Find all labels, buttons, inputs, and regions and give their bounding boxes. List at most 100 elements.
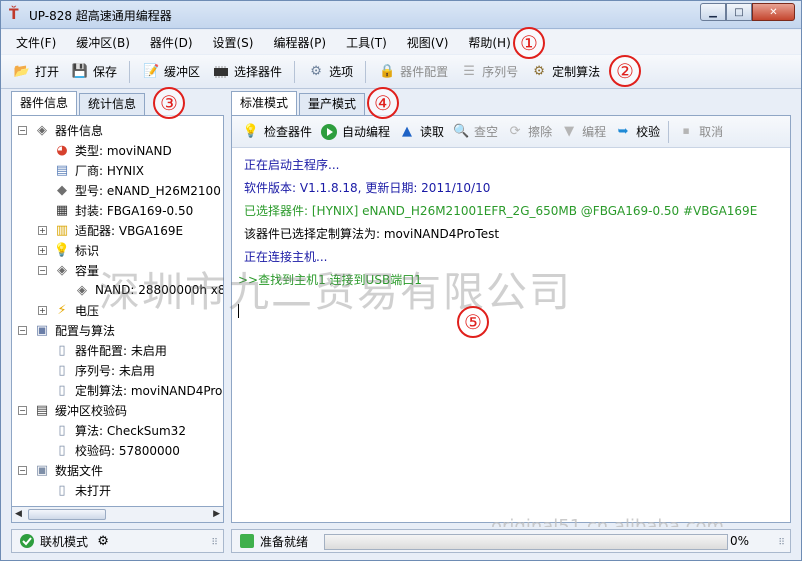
menu-programmer[interactable]: 编程器(P) [266,34,333,51]
algorithm-icon: ⚙ [533,64,545,79]
connection-mode-label: 联机模式 [40,534,89,549]
cancel-label: 取消 [699,125,724,139]
menu-file[interactable]: 文件(F) [9,34,63,51]
collapse-icon[interactable]: − [18,405,27,415]
tree-item[interactable]: ▯ 器件配置: 未启用 [53,340,167,360]
verify-button[interactable]: ➥ 校验 [614,123,660,141]
tree-item[interactable]: ▯ 序列号: 未启用 [53,360,155,380]
tab-statistics[interactable]: 统计信息 [79,93,146,115]
resize-grip-icon: ⠿ [778,538,785,548]
tab-mass-production[interactable]: 量产模式 [299,93,366,115]
erase-label: 擦除 [528,125,553,139]
minimize-button[interactable]: ▁ [700,3,726,21]
blank-check-button[interactable]: 🔍 查空 [452,123,498,141]
window-controls: ▁ □ ✕ [700,3,795,21]
expand-icon[interactable]: + [38,305,47,315]
doc-icon: ▯ [58,422,66,438]
bulb-icon: 💡 [242,124,260,139]
open-button[interactable]: 📂 打开 [13,63,59,81]
tree-item[interactable]: ▤ 厂商: HYNIX [53,160,144,180]
menu-help[interactable]: 帮助(H) [461,34,517,51]
serial-button[interactable]: ☰ 序列号 [460,63,518,81]
settings-cog-icon: ⚙ [97,533,109,549]
tree-item-label: 器件配置: 未启用 [75,343,167,358]
menu-buffer[interactable]: 缓冲区(B) [69,34,137,51]
serial-label: 序列号 [482,65,519,79]
tree-item[interactable]: + 💡 标识 [38,240,99,260]
scroll-right-icon[interactable]: ▶ [213,509,220,519]
tree-item-label: 容量 [75,263,100,278]
doc-icon: ▯ [58,362,66,378]
arrow-up-icon: ▲ [402,124,413,139]
cancel-button[interactable]: ⏹ 取消 [677,123,723,141]
save-button[interactable]: 💾 保存 [71,63,117,81]
tree-item-label: 厂商: HYNIX [75,163,144,178]
custom-algo-button[interactable]: ⚙ 定制算法 [530,63,600,81]
read-button[interactable]: ▲ 读取 [398,123,444,141]
annotation-1: ① [513,27,545,59]
tab-device-info[interactable]: 器件信息 [11,91,78,115]
title-bar: Ť UP-828 超高速通用编程器 ▁ □ ✕ [1,1,801,29]
bulb-icon: 💡 [53,242,71,258]
floppy-icon: 💾 [71,64,89,79]
watermark-text: 深圳市九二贸易有限公司 [99,268,572,316]
tree-item[interactable]: − ▣ 数据文件 [18,460,103,480]
verify-arrow-icon: ➥ [617,124,629,139]
collapse-icon[interactable]: − [18,325,27,335]
collapse-icon[interactable]: − [38,265,47,275]
tree-item[interactable]: ▯ 未打开 [53,480,111,500]
auto-program-button[interactable]: 自动编程 [320,123,390,141]
tab-standard-mode[interactable]: 标准模式 [231,91,298,115]
tree-item-label: 器件信息 [55,123,104,138]
collapse-icon[interactable]: − [18,125,27,135]
scrollbar-thumb[interactable] [28,509,106,520]
tree-item[interactable]: − ▣ 配置与算法 [18,320,115,340]
tree-item[interactable]: ◕ 类型: moviNAND [53,140,171,160]
options-button[interactable]: ⚙ 选项 [307,63,353,81]
buffer-button[interactable]: 📝 缓冲区 [142,63,200,81]
tree-item[interactable]: + ⚡ 电压 [38,300,99,320]
collapse-icon[interactable]: − [18,465,27,475]
tree-item[interactable]: − ◈ 容量 [38,260,99,280]
ready-label: 准备就绪 [260,534,309,549]
expand-icon[interactable]: + [38,225,47,235]
tree-item[interactable]: − ▤ 缓冲区校验码 [18,400,127,420]
vendor-icon: ▤ [55,162,69,178]
tree-item-label: 序列号: 未启用 [75,363,155,378]
menu-device[interactable]: 器件(D) [143,34,200,51]
tree-item[interactable]: ▯ 定制算法: moviNAND4Pro [53,380,222,400]
program-button[interactable]: ▼ 编程 [560,123,606,141]
select-device-button[interactable]: 选择器件 [212,63,282,81]
menu-view[interactable]: 视图(V) [400,34,456,51]
check-device-button[interactable]: 💡 检查器件 [242,123,312,141]
check-device-label: 检查器件 [264,125,313,139]
tree-item[interactable]: ▦ 封装: FBGA169-0.50 [53,200,193,220]
expand-icon[interactable]: + [38,245,47,255]
buffer-label: 缓冲区 [164,65,201,79]
tree-item-label: 校验码: 57800000 [75,443,180,458]
right-tabs: 标准模式 量产模式 [231,91,367,115]
menu-tools[interactable]: 工具(T) [339,34,394,51]
tree-item[interactable]: − ◈ 器件信息 [18,120,103,140]
folder-open-icon: 📂 [13,64,31,79]
tree-item[interactable]: ▯ 校验码: 57800000 [53,440,180,460]
tree-item-label: 电压 [75,303,100,318]
maximize-button[interactable]: □ [726,3,752,21]
ready-icon [238,532,256,550]
tree-item[interactable]: + ▥ 适配器: VBGA169E [38,220,183,240]
tree-item[interactable]: ▯ 算法: CheckSum32 [53,420,186,440]
horizontal-scrollbar[interactable]: ◀ ▶ [11,507,224,523]
program-label: 编程 [582,125,607,139]
device-config-button[interactable]: 🔒 器件配置 [378,63,448,81]
model-icon: ◆ [57,182,67,198]
verify-label: 校验 [636,125,661,139]
online-icon [18,532,36,550]
close-button[interactable]: ✕ [752,3,795,21]
tree-item[interactable]: ◆ 型号: eNAND_H26M2100 [53,180,221,200]
adapter-icon: ▥ [55,222,69,238]
menu-settings[interactable]: 设置(S) [206,34,261,51]
log-line: 正在启动主程序... [244,158,340,172]
scroll-left-icon[interactable]: ◀ [15,509,22,519]
chip-icon [212,63,230,81]
erase-button[interactable]: ⟳ 擦除 [506,123,552,141]
